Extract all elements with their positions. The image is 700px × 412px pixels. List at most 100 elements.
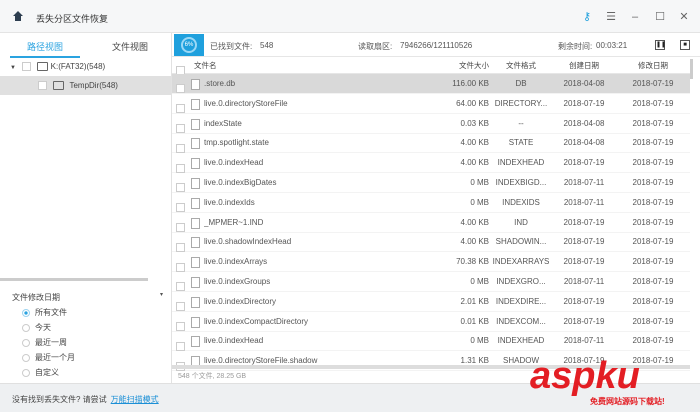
file-format: INDEXBIGD... xyxy=(495,178,547,187)
found-label: 已找到文件: xyxy=(210,42,253,51)
created-date: 2018-07-19 xyxy=(563,237,605,247)
table-row[interactable]: live.0.indexDirectory 2.01 KB INDEXDIRE...… xyxy=(172,292,690,312)
maximize-button[interactable]: ☐ xyxy=(653,10,667,24)
checkbox[interactable] xyxy=(22,62,32,72)
file-format: -- xyxy=(518,118,524,128)
remain-value: 00:03:21 xyxy=(596,41,628,50)
table-row[interactable]: live.0.indexArrays 70.38 KB INDEXARRAYS 201… xyxy=(172,252,690,273)
key-icon[interactable]: ⚷ xyxy=(580,10,594,24)
created-date: 2018-07-19 xyxy=(563,217,605,227)
row-checkbox[interactable] xyxy=(176,104,185,114)
row-checkbox[interactable] xyxy=(176,143,185,153)
file-name: live.0.directoryStoreFile xyxy=(204,98,288,108)
pause-button[interactable]: ❚❚ xyxy=(655,40,666,50)
header-format[interactable]: 文件格式 xyxy=(490,57,552,74)
file-size: 4.00 KB xyxy=(460,237,489,247)
table-row[interactable]: .store.db 116.00 KB DB 2018-04-08 2018-07-19 xyxy=(172,74,690,94)
file-name: .store.db xyxy=(204,79,236,88)
created-date: 2018-07-11 xyxy=(563,336,605,346)
row-checkbox[interactable] xyxy=(176,163,185,173)
file-name: live.0.indexHead xyxy=(204,158,264,168)
filter-option-today[interactable]: 今天 xyxy=(22,322,51,333)
modified-date: 2018-07-19 xyxy=(632,138,674,148)
tree-item-drive[interactable]: ▼ K:(FAT32)(548) xyxy=(0,57,171,76)
horizontal-scrollbar[interactable] xyxy=(0,278,148,281)
row-checkbox[interactable] xyxy=(176,222,185,232)
filter-option-month[interactable]: 最近一个月 xyxy=(22,352,75,363)
file-size: 4.00 KB xyxy=(460,217,489,227)
row-checkbox[interactable] xyxy=(176,242,185,252)
tree-label: K:(FAT32)(548) xyxy=(50,62,106,71)
table-row[interactable]: live.0.directoryStoreFile 64.00 KB DIRECTO… xyxy=(172,94,690,114)
modified-date: 2018-07-19 xyxy=(632,296,674,306)
table-row[interactable]: live.0.indexHead 4.00 KB INDEXHEAD 2018-07-… xyxy=(172,153,690,174)
file-size: 4.00 KB xyxy=(460,138,489,148)
file-icon xyxy=(191,118,200,130)
watermark: aspku xyxy=(530,355,640,397)
table-row[interactable]: live.0.indexIds 0 MB INDEXIDS 2018-07-11 201… xyxy=(172,193,690,213)
file-icon xyxy=(191,178,200,189)
file-name: live.0.indexIds xyxy=(204,197,255,207)
file-size: 0 MB xyxy=(470,178,489,187)
file-icon xyxy=(191,79,200,90)
stop-button[interactable]: ■ xyxy=(680,40,690,50)
found-count: 548 xyxy=(260,41,274,50)
header-modified[interactable]: 修改日期 xyxy=(618,57,688,74)
modified-date: 2018-07-19 xyxy=(632,277,674,286)
vertical-scrollbar[interactable] xyxy=(690,57,695,377)
file-icon xyxy=(191,98,200,110)
collapse-icon[interactable]: ▾ xyxy=(160,291,163,298)
checkbox[interactable] xyxy=(38,81,47,91)
filter-option-all[interactable]: 所有文件 xyxy=(22,307,67,318)
row-checkbox[interactable] xyxy=(176,84,185,94)
file-icon xyxy=(191,296,200,308)
file-format: INDEXDIRE... xyxy=(495,296,547,306)
header-created[interactable]: 创建日期 xyxy=(552,57,616,74)
table-row[interactable]: live.0.indexHead 0 MB INDEXHEAD 2018-07-11 2… xyxy=(172,331,690,352)
filter-option-custom[interactable]: 自定义 xyxy=(22,367,59,378)
table-row[interactable]: tmp.spotlight.state 4.00 KB STATE 2018-04-0… xyxy=(172,133,690,154)
modified-date: 2018-07-19 xyxy=(632,178,674,187)
file-icon xyxy=(191,316,200,328)
table-row[interactable]: indexState 0.03 KB -- 2018-04-08 2018-07-19 xyxy=(172,114,690,134)
file-name: live.0.indexDirectory xyxy=(204,296,277,306)
tab-path-view[interactable]: 路径视图 xyxy=(10,40,80,58)
minimize-button[interactable]: – xyxy=(628,10,642,24)
modified-date: 2018-07-19 xyxy=(632,336,674,346)
table-row[interactable]: live.0.indexGroups 0 MB INDEXGRO... 2018-07… xyxy=(172,272,690,292)
created-date: 2018-07-11 xyxy=(563,178,605,187)
modified-date: 2018-07-19 xyxy=(632,197,674,207)
row-checkbox[interactable] xyxy=(176,183,185,193)
close-button[interactable]: ✕ xyxy=(677,10,691,24)
file-format: INDEXCOM... xyxy=(496,316,546,326)
home-icon[interactable] xyxy=(12,10,24,22)
row-checkbox[interactable] xyxy=(176,262,185,272)
file-size: 0 MB xyxy=(470,336,489,346)
table-row[interactable]: _MPMER~1.IND 4.00 KB IND 2018-07-19 2018-07-… xyxy=(172,213,690,233)
drive-icon xyxy=(37,62,49,72)
header-name[interactable]: 文件名 xyxy=(194,57,424,74)
menu-icon[interactable]: ☰ xyxy=(604,10,618,24)
row-checkbox[interactable] xyxy=(176,302,185,312)
row-checkbox[interactable] xyxy=(176,123,185,133)
row-checkbox[interactable] xyxy=(176,282,185,292)
file-format: STATE xyxy=(508,138,534,148)
table-row[interactable]: live.0.indexCompactDirectory 0.01 KB INDEX… xyxy=(172,312,690,332)
created-date: 2018-04-08 xyxy=(563,138,605,148)
table-row[interactable]: live.0.shadowIndexHead 4.00 KB SHADOWIN...… xyxy=(172,232,690,253)
row-checkbox[interactable] xyxy=(176,341,185,351)
file-icon xyxy=(191,138,200,150)
file-size: 2.01 KB xyxy=(460,296,489,306)
header-size[interactable]: 文件大小 xyxy=(434,57,489,74)
file-format: IND xyxy=(514,217,528,227)
tree-item-folder[interactable]: TempDir(548) xyxy=(0,76,171,95)
tree-label: TempDir(548) xyxy=(69,81,118,90)
row-checkbox[interactable] xyxy=(176,321,185,331)
tab-file-view[interactable]: 文件视图 xyxy=(95,40,165,53)
row-checkbox[interactable] xyxy=(176,203,185,213)
file-size: 4.00 KB xyxy=(460,158,489,168)
filter-option-week[interactable]: 最近一周 xyxy=(22,337,67,348)
table-row[interactable]: live.0.indexBigDates 0 MB INDEXBIGD... 2018… xyxy=(172,173,690,193)
expand-arrow-icon[interactable]: ▼ xyxy=(10,65,16,71)
deep-scan-link[interactable]: 万能扫描模式 xyxy=(111,395,159,404)
